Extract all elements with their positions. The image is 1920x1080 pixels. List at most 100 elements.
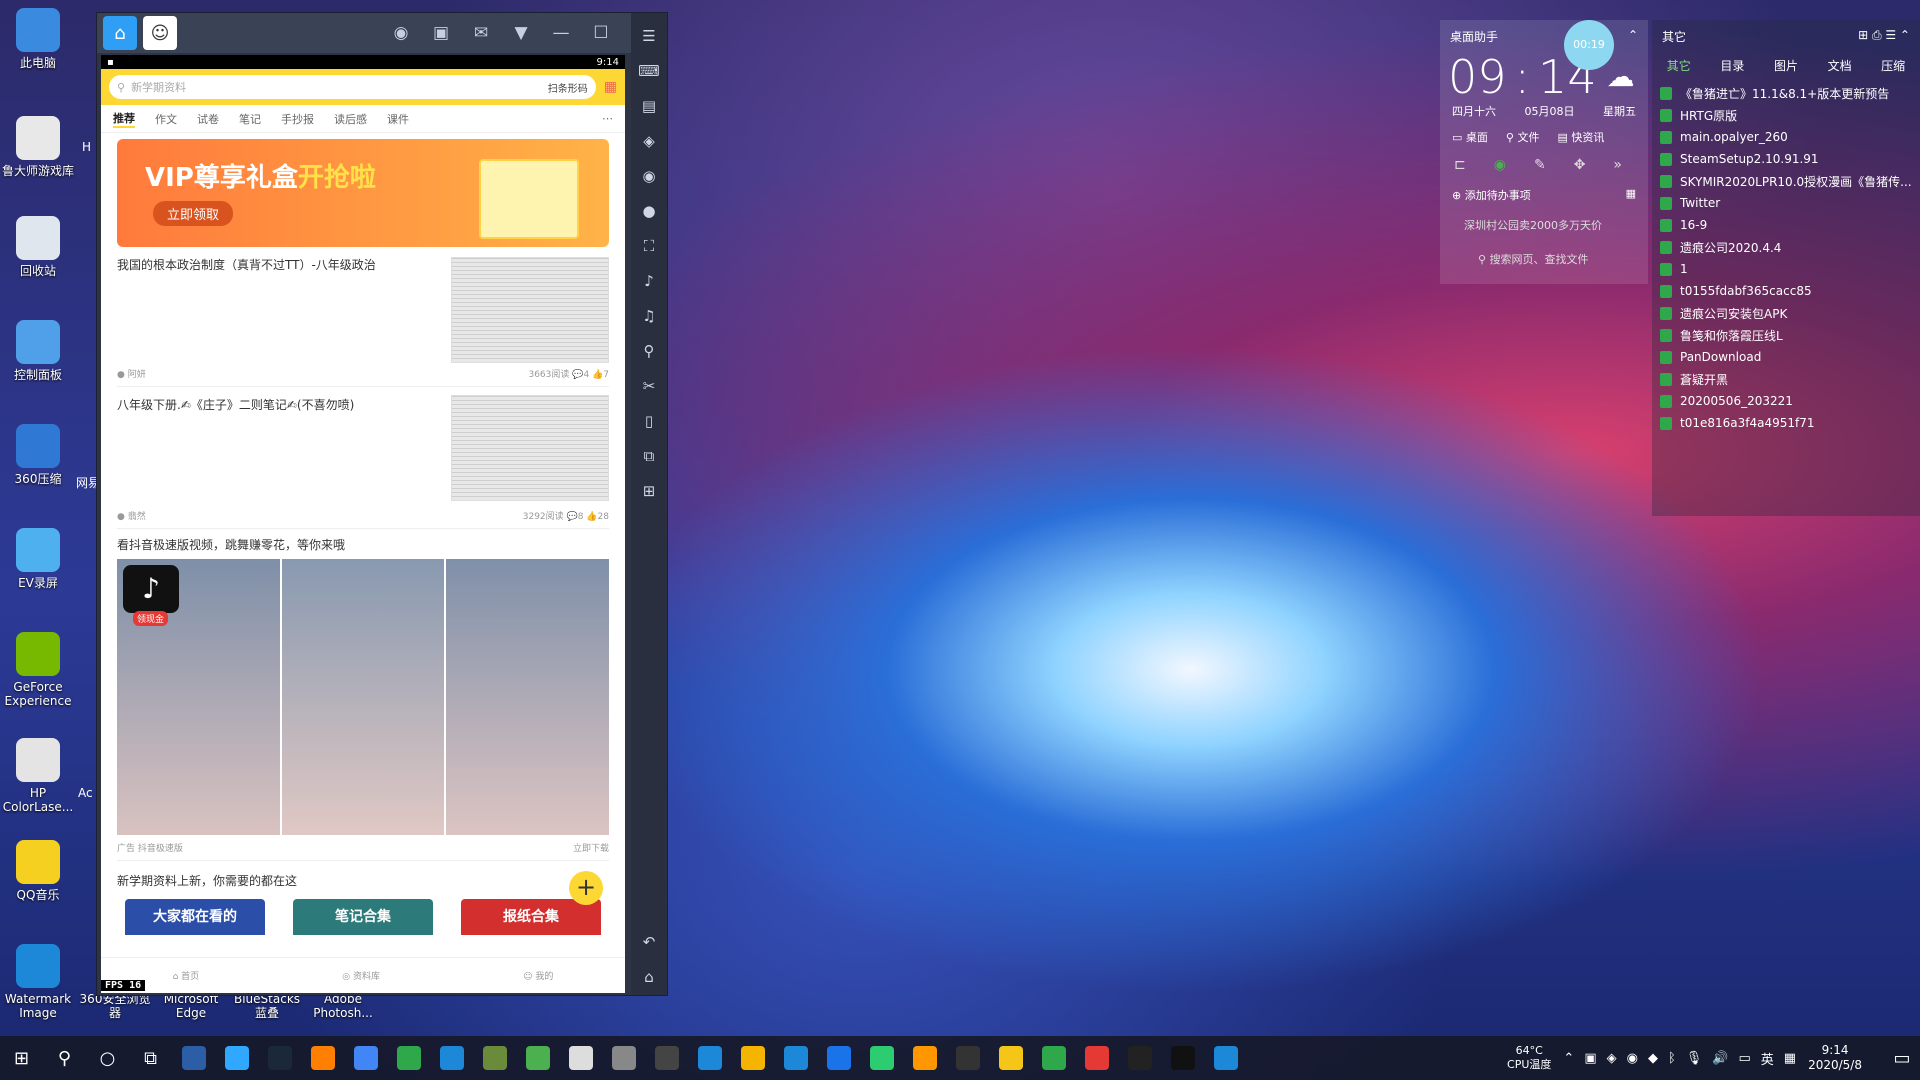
taskbar-app-icon[interactable]: [774, 1036, 817, 1080]
widget-search[interactable]: ⚲ 搜索网页、查找文件: [1440, 237, 1648, 281]
taskbar-app-icon[interactable]: [1118, 1036, 1161, 1080]
files-tab[interactable]: 图片: [1774, 57, 1798, 74]
file-item[interactable]: 20200506_203221: [1652, 390, 1920, 412]
account-icon[interactable]: ◉: [381, 23, 421, 43]
fullscreen-icon[interactable]: ⛶: [644, 229, 655, 264]
back-icon[interactable]: ↶: [643, 925, 656, 960]
move-icon[interactable]: ✥: [1574, 157, 1586, 173]
tray-expand-icon[interactable]: ⌃: [1563, 1051, 1574, 1066]
collection-card[interactable]: 笔记合集: [293, 899, 433, 935]
notification-icon[interactable]: ▭: [1884, 1036, 1920, 1080]
network-icon[interactable]: ▭: [1738, 1051, 1750, 1066]
tab-5[interactable]: 读后感: [334, 111, 367, 127]
screen-icon[interactable]: ▤: [642, 89, 656, 124]
qr-icon[interactable]: ▦: [1626, 187, 1636, 203]
multi-instance-icon[interactable]: ⧉: [644, 439, 655, 474]
start-icon[interactable]: ⊞: [0, 1036, 43, 1080]
ad-video[interactable]: ♪ 领现金: [117, 559, 610, 835]
file-item[interactable]: SteamSetup2.10.91.91: [1652, 148, 1920, 170]
ad-download-link[interactable]: 立即下载: [573, 841, 609, 854]
desktop-icon[interactable]: 回收站: [0, 216, 76, 278]
desktop-icon[interactable]: 此电脑: [0, 8, 76, 70]
file-item[interactable]: SKYMIR2020LPR10.0授权漫画《鲁猪传...: [1652, 170, 1920, 192]
eye-icon[interactable]: ◉: [1494, 157, 1506, 173]
taskbar-app-icon[interactable]: [301, 1036, 344, 1080]
taskbar-app-icon[interactable]: [387, 1036, 430, 1080]
taskbar-app-icon[interactable]: [344, 1036, 387, 1080]
apk-icon[interactable]: ⊞: [643, 474, 656, 509]
cortana-icon[interactable]: ○: [86, 1036, 129, 1080]
desktop-icon[interactable]: 控制面板: [0, 320, 76, 382]
tab-6[interactable]: 课件: [387, 111, 409, 127]
collection-card[interactable]: 报纸合集: [461, 899, 601, 935]
desktop-icon-edge[interactable]: Microsoft Edge: [152, 992, 230, 1020]
tray-icon[interactable]: ▣: [1584, 1051, 1596, 1066]
file-action[interactable]: ⚲ 文件: [1506, 129, 1540, 145]
home-tab-icon[interactable]: ⌂: [103, 16, 137, 50]
taskbar-app-icon[interactable]: [817, 1036, 860, 1080]
file-item[interactable]: PanDownload: [1652, 346, 1920, 368]
microphone-icon[interactable]: 🎙: [1686, 1051, 1703, 1066]
taskbar-app-icon[interactable]: [860, 1036, 903, 1080]
menu-down-icon[interactable]: ▼: [501, 23, 541, 43]
nav-library[interactable]: ◎ 资料库: [342, 969, 380, 982]
desktop-icon-360-browser[interactable]: 360安全浏览器: [76, 992, 154, 1020]
taskbar-app-icon[interactable]: [645, 1036, 688, 1080]
taskbar-app-icon[interactable]: [989, 1036, 1032, 1080]
file-item[interactable]: 遗痕公司安装包APK: [1652, 302, 1920, 324]
calendar-icon[interactable]: ▦: [604, 79, 617, 95]
timer-badge[interactable]: 00:19: [1564, 20, 1614, 70]
file-item[interactable]: t0155fdabf365cacc85: [1652, 280, 1920, 302]
bluetooth-icon[interactable]: ᛒ: [1668, 1051, 1676, 1066]
taskbar-app-icon[interactable]: [688, 1036, 731, 1080]
mail-icon[interactable]: ✉: [461, 23, 501, 43]
taskbar-app-icon[interactable]: [258, 1036, 301, 1080]
tab-1[interactable]: 作文: [155, 111, 177, 127]
taskbar-app-icon[interactable]: [602, 1036, 645, 1080]
taskbar-app-icon[interactable]: [903, 1036, 946, 1080]
desktop-icon[interactable]: Watermark Image: [0, 944, 76, 1020]
crop-icon[interactable]: ⊏: [1454, 157, 1466, 173]
tab-4[interactable]: 手抄报: [281, 111, 314, 127]
file-item[interactable]: 鲁笺和你落霞压线L: [1652, 324, 1920, 346]
android-home-icon[interactable]: ⌂: [644, 960, 654, 995]
taskbar-app-icon[interactable]: [1075, 1036, 1118, 1080]
tray-icon[interactable]: ◈: [1607, 1051, 1617, 1066]
taskbar-app-icon[interactable]: [1161, 1036, 1204, 1080]
minimize-icon[interactable]: —: [541, 23, 581, 43]
keyboard-icon[interactable]: ⌨: [638, 54, 660, 89]
news-action[interactable]: ▤ 快资讯: [1557, 129, 1604, 145]
desktop-icon[interactable]: 360压缩: [0, 424, 76, 486]
tab-2[interactable]: 试卷: [197, 111, 219, 127]
taskbar-clock[interactable]: 9:14 2020/5/8: [1808, 1043, 1862, 1073]
desktop-icon-photoshop[interactable]: Adobe Photosh...: [304, 992, 382, 1020]
volume-down-icon[interactable]: ♫: [642, 299, 655, 334]
more-icon[interactable]: ⋯: [602, 112, 613, 125]
rotate-icon[interactable]: ▯: [645, 404, 653, 439]
desktop-icon[interactable]: GeForce Experience: [0, 632, 76, 708]
add-button[interactable]: +: [569, 871, 603, 905]
desktop-icon[interactable]: QQ音乐: [0, 840, 76, 902]
list-item[interactable]: 八年级下册.✍《庄子》二则笔记✍(不喜勿喷) ● 翡然 3292阅读 💬8 👍2…: [117, 387, 609, 529]
desktop-icon[interactable]: HP ColorLase...: [0, 738, 76, 814]
tray-icon[interactable]: ◉: [1627, 1051, 1638, 1066]
files-controls-icon[interactable]: ⊞ ⎙ ☰ ⌃: [1858, 28, 1910, 45]
banner-claim-button[interactable]: 立即领取: [153, 201, 234, 226]
desktop-icon-bluestacks[interactable]: BlueStacks蓝叠: [228, 992, 306, 1020]
taskbar-app-icon[interactable]: [473, 1036, 516, 1080]
todo-add[interactable]: ⊕ 添加待办事项: [1452, 187, 1531, 203]
volume-up-icon[interactable]: ♪: [644, 264, 654, 299]
nav-me[interactable]: ☺ 我的: [523, 969, 553, 982]
maximize-icon[interactable]: ☐: [581, 23, 621, 43]
list-item[interactable]: 我国的根本政治制度（真背不过TT）-八年级政治 ● 阿妍 3663阅读 💬4 👍…: [117, 247, 609, 387]
taskbar-app-icon[interactable]: [1032, 1036, 1075, 1080]
files-tab[interactable]: 其它: [1667, 57, 1691, 74]
search-icon[interactable]: ⚲: [43, 1036, 86, 1080]
files-tab[interactable]: 文档: [1828, 57, 1852, 74]
volume-icon[interactable]: 🔊: [1712, 1051, 1728, 1066]
taskbar-app-icon[interactable]: [559, 1036, 602, 1080]
file-item[interactable]: main.opalyer_260: [1652, 126, 1920, 148]
taskbar-app-icon[interactable]: [215, 1036, 258, 1080]
eye-icon[interactable]: ◉: [642, 159, 655, 194]
taskbar-app-icon[interactable]: [430, 1036, 473, 1080]
